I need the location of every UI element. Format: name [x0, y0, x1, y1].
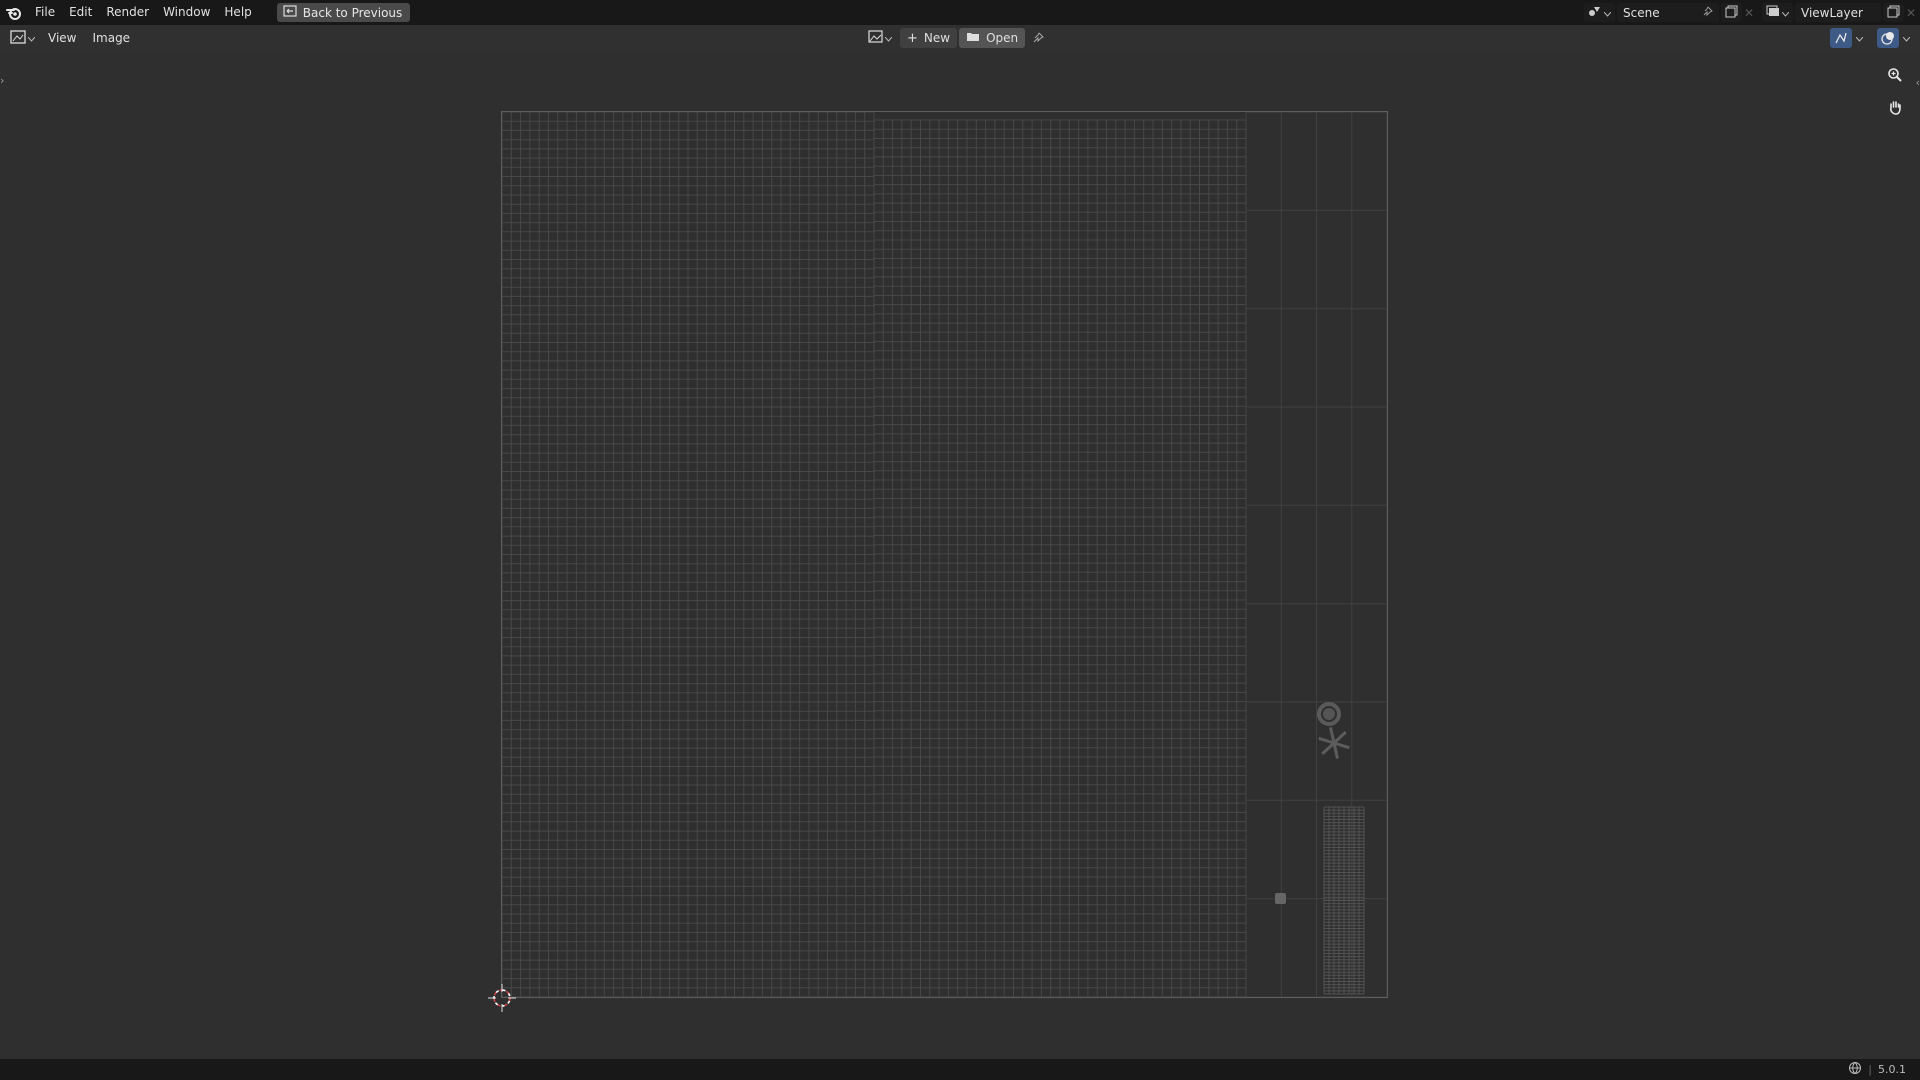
- new-label: New: [923, 31, 951, 45]
- overlays-icon[interactable]: [1877, 28, 1899, 48]
- uv-mesh-layout[interactable]: [502, 112, 1387, 997]
- chevron-down-icon: [27, 31, 36, 45]
- render-layers-icon: [1766, 5, 1780, 20]
- uv-sync-selection-icon[interactable]: [1830, 28, 1852, 48]
- viewlayer-selector-button[interactable]: [1762, 3, 1793, 22]
- uv-bounds-frame: [501, 111, 1388, 998]
- scene-selector-button[interactable]: [1584, 3, 1615, 22]
- folder-icon: [966, 31, 980, 45]
- menu-file[interactable]: File: [28, 0, 62, 25]
- status-divider: |: [1868, 1063, 1872, 1076]
- back-to-previous-button[interactable]: Back to Previous: [276, 3, 411, 22]
- pan-hand-icon[interactable]: [1882, 94, 1908, 120]
- image-icon: [868, 30, 883, 46]
- chevron-down-icon: [884, 31, 893, 45]
- chevron-down-icon: [1603, 6, 1612, 20]
- pin-image-icon[interactable]: [1027, 32, 1049, 44]
- zoom-icon[interactable]: [1882, 62, 1908, 88]
- version-label: 5.0.1: [1878, 1063, 1906, 1076]
- 2d-cursor-icon[interactable]: [487, 983, 517, 1013]
- open-label: Open: [986, 31, 1019, 45]
- plus-icon: +: [907, 30, 918, 46]
- back-screen-icon: [283, 5, 297, 20]
- new-scene-button[interactable]: [1721, 3, 1742, 22]
- browse-image-button[interactable]: [864, 28, 896, 48]
- editor-type-selector[interactable]: [10, 29, 40, 48]
- image-editor-icon: [10, 29, 26, 47]
- chevron-down-icon[interactable]: [1855, 31, 1864, 45]
- network-globe-icon[interactable]: [1848, 1061, 1862, 1078]
- sidebar-expand-chevron-icon[interactable]: ‹: [1916, 76, 1920, 89]
- toolbar-expand-chevron-icon[interactable]: ›: [0, 74, 4, 87]
- scene-icon: [1588, 5, 1602, 20]
- status-bar: | 5.0.1: [0, 1059, 1920, 1080]
- menu-edit[interactable]: Edit: [62, 0, 99, 25]
- top-menu-bar: File Edit Render Window Help Back to Pre…: [0, 0, 1920, 25]
- open-image-button[interactable]: Open: [959, 28, 1026, 48]
- duplicate-icon: [1887, 5, 1900, 21]
- new-image-button[interactable]: + New: [900, 28, 958, 48]
- delete-scene-icon[interactable]: ✕: [1744, 6, 1756, 20]
- scene-viewlayer-controls: Scene ✕ ViewLayer ✕: [1584, 0, 1920, 25]
- menu-view[interactable]: View: [40, 31, 84, 45]
- image-datablock-tools: + New Open: [864, 28, 1049, 48]
- menu-render[interactable]: Render: [99, 0, 156, 25]
- viewlayer-name: ViewLayer: [1801, 5, 1863, 20]
- menu-window[interactable]: Window: [156, 0, 217, 25]
- viewlayer-name-field[interactable]: ViewLayer: [1795, 3, 1881, 22]
- new-viewlayer-button[interactable]: [1883, 3, 1904, 22]
- blender-logo-icon[interactable]: [0, 0, 28, 25]
- pin-icon[interactable]: [1702, 6, 1713, 20]
- chevron-down-icon: [1781, 6, 1790, 20]
- scene-name-field[interactable]: Scene: [1617, 3, 1719, 22]
- back-to-previous-label: Back to Previous: [302, 5, 403, 20]
- image-editor-header: View Image + New Open: [0, 25, 1920, 51]
- menu-help[interactable]: Help: [217, 0, 258, 25]
- navigation-gizmo: [1882, 62, 1908, 120]
- header-right-tools: [1830, 28, 1911, 48]
- menu-image[interactable]: Image: [84, 31, 138, 45]
- delete-viewlayer-icon[interactable]: ✕: [1906, 6, 1920, 20]
- duplicate-icon: [1725, 5, 1738, 21]
- chevron-down-icon[interactable]: [1902, 31, 1911, 45]
- scene-name: Scene: [1623, 5, 1660, 20]
